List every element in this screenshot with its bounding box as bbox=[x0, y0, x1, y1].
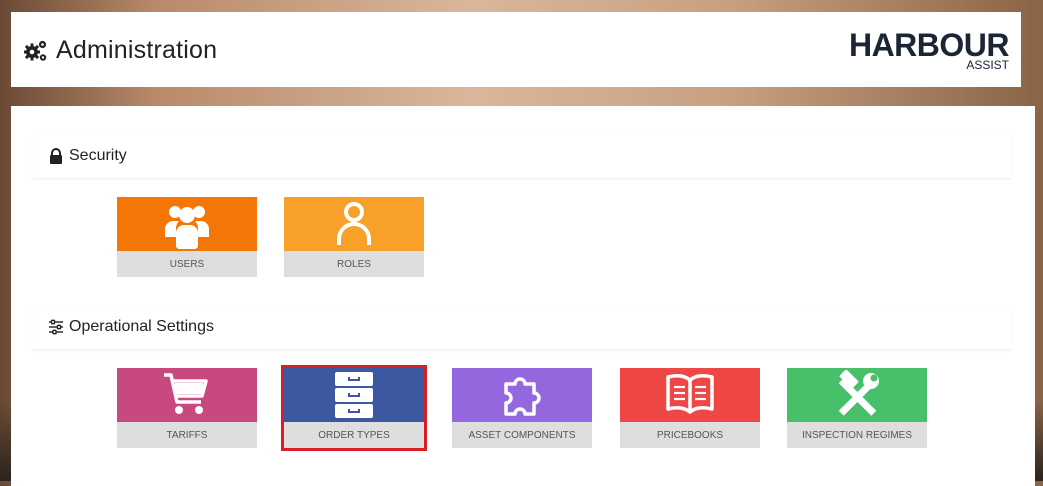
tile-pricebooks[interactable]: PRICEBOOKS bbox=[620, 368, 760, 448]
cogs-icon bbox=[24, 40, 47, 61]
page-title: Administration bbox=[56, 36, 218, 64]
tile-roles[interactable]: ROLES bbox=[284, 197, 424, 277]
harbour-assist-logo: HARBOUR ASSIST bbox=[848, 27, 1010, 72]
admin-panel: Security USERS ROLES Operational Setting… bbox=[11, 106, 1035, 486]
section-title-security: Security bbox=[69, 147, 127, 164]
logo-brand-text: HARBOUR bbox=[848, 27, 1010, 63]
section-title-operational-settings: Operational Settings bbox=[69, 318, 214, 335]
sliders-icon bbox=[49, 319, 63, 335]
tile-label: TARIFFS bbox=[117, 422, 257, 448]
tile-label: ORDER TYPES bbox=[284, 422, 424, 448]
tile-asset-components[interactable]: ASSET COMPONENTS bbox=[452, 368, 592, 448]
section-header-operational-settings: Operational Settings bbox=[33, 305, 1011, 350]
users-icon bbox=[165, 206, 209, 249]
section-header-security: Security bbox=[33, 134, 1011, 179]
tile-label: PRICEBOOKS bbox=[620, 422, 760, 448]
logo-sub-text: ASSIST bbox=[966, 58, 1009, 72]
file-cabinet-icon bbox=[335, 372, 373, 418]
book-icon bbox=[666, 374, 714, 414]
page-header: Administration HARBOUR ASSIST bbox=[11, 12, 1021, 87]
tile-order-types[interactable]: ORDER TYPES bbox=[281, 365, 427, 451]
puzzle-icon bbox=[504, 377, 541, 416]
lock-icon bbox=[50, 148, 62, 164]
tile-inspection-regimes[interactable]: INSPECTION REGIMES bbox=[787, 368, 927, 448]
user-icon bbox=[337, 202, 371, 245]
tile-tariffs[interactable]: TARIFFS bbox=[117, 368, 257, 448]
tile-label: ASSET COMPONENTS bbox=[452, 422, 592, 448]
tile-label: INSPECTION REGIMES bbox=[787, 422, 927, 448]
tile-label: ROLES bbox=[284, 251, 424, 277]
tools-icon bbox=[838, 370, 879, 416]
tile-label: USERS bbox=[117, 251, 257, 277]
tile-users[interactable]: USERS bbox=[117, 197, 257, 277]
cart-icon bbox=[164, 373, 208, 414]
